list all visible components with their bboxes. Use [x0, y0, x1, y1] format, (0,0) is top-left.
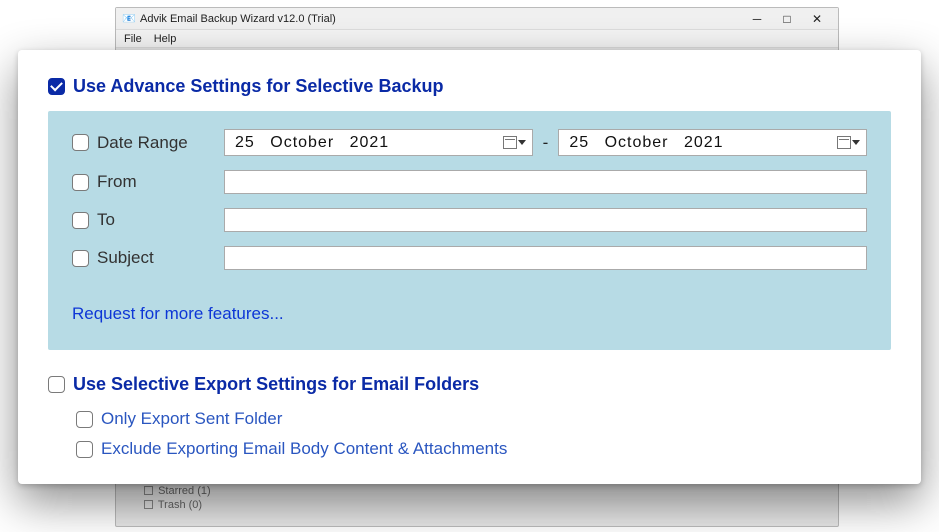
date-range-dash: - [543, 133, 549, 153]
only-sent-label: Only Export Sent Folder [101, 409, 282, 429]
tree-checkbox-icon [144, 500, 153, 509]
app-icon: 📧 [122, 12, 136, 26]
calendar-icon [837, 136, 851, 149]
from-checkbox[interactable] [72, 174, 89, 191]
subject-checkbox[interactable] [72, 250, 89, 267]
export-settings-heading: Use Selective Export Settings for Email … [73, 374, 479, 395]
from-label: From [97, 172, 137, 192]
to-label: To [97, 210, 115, 230]
date-start-value: 25 October 2021 [235, 134, 389, 152]
close-button[interactable]: ✕ [810, 12, 824, 26]
advance-settings-heading: Use Advance Settings for Selective Backu… [73, 76, 443, 97]
to-checkbox[interactable] [72, 212, 89, 229]
titlebar: 📧 Advik Email Backup Wizard v12.0 (Trial… [116, 8, 838, 30]
request-features-link[interactable]: Request for more features... [72, 304, 867, 324]
from-row: From [72, 170, 867, 194]
to-input[interactable] [224, 208, 867, 232]
date-start-dropdown-button[interactable] [503, 136, 526, 149]
to-row: To [72, 208, 867, 232]
window-title: Advik Email Backup Wizard v12.0 (Trial) [140, 13, 336, 25]
advance-settings-checkbox[interactable] [48, 78, 65, 95]
date-start-picker[interactable]: 25 October 2021 [224, 129, 533, 156]
date-range-row: Date Range 25 October 2021 - 25 October … [72, 129, 867, 156]
exclude-body-label: Exclude Exporting Email Body Content & A… [101, 439, 507, 459]
date-end-dropdown-button[interactable] [837, 136, 860, 149]
settings-panel: Use Advance Settings for Selective Backu… [18, 50, 921, 484]
export-sub-options: Only Export Sent Folder Exclude Exportin… [76, 409, 891, 459]
tree-fragment: Starred (1) Trash (0) [144, 484, 211, 512]
chevron-down-icon [852, 140, 860, 145]
tree-item-trash: Trash (0) [158, 499, 202, 511]
menubar: File Help [116, 30, 838, 48]
menu-file[interactable]: File [124, 33, 142, 45]
advance-settings-heading-row: Use Advance Settings for Selective Backu… [48, 76, 891, 97]
subject-label: Subject [97, 248, 154, 268]
subject-input[interactable] [224, 246, 867, 270]
chevron-down-icon [518, 140, 526, 145]
tree-item-starred: Starred (1) [158, 485, 211, 497]
exclude-body-row: Exclude Exporting Email Body Content & A… [76, 439, 891, 459]
advance-settings-box: Date Range 25 October 2021 - 25 October … [48, 111, 891, 350]
date-end-picker[interactable]: 25 October 2021 [558, 129, 867, 156]
maximize-button[interactable]: □ [780, 12, 794, 26]
date-range-label: Date Range [97, 133, 188, 153]
minimize-button[interactable]: ─ [750, 12, 764, 26]
export-settings-heading-row: Use Selective Export Settings for Email … [48, 374, 891, 395]
subject-row: Subject [72, 246, 867, 270]
date-range-checkbox[interactable] [72, 134, 89, 151]
menu-help[interactable]: Help [154, 33, 177, 45]
only-sent-checkbox[interactable] [76, 411, 93, 428]
date-end-value: 25 October 2021 [569, 134, 723, 152]
calendar-icon [503, 136, 517, 149]
tree-checkbox-icon [144, 486, 153, 495]
exclude-body-checkbox[interactable] [76, 441, 93, 458]
only-sent-row: Only Export Sent Folder [76, 409, 891, 429]
from-input[interactable] [224, 170, 867, 194]
export-settings-checkbox[interactable] [48, 376, 65, 393]
